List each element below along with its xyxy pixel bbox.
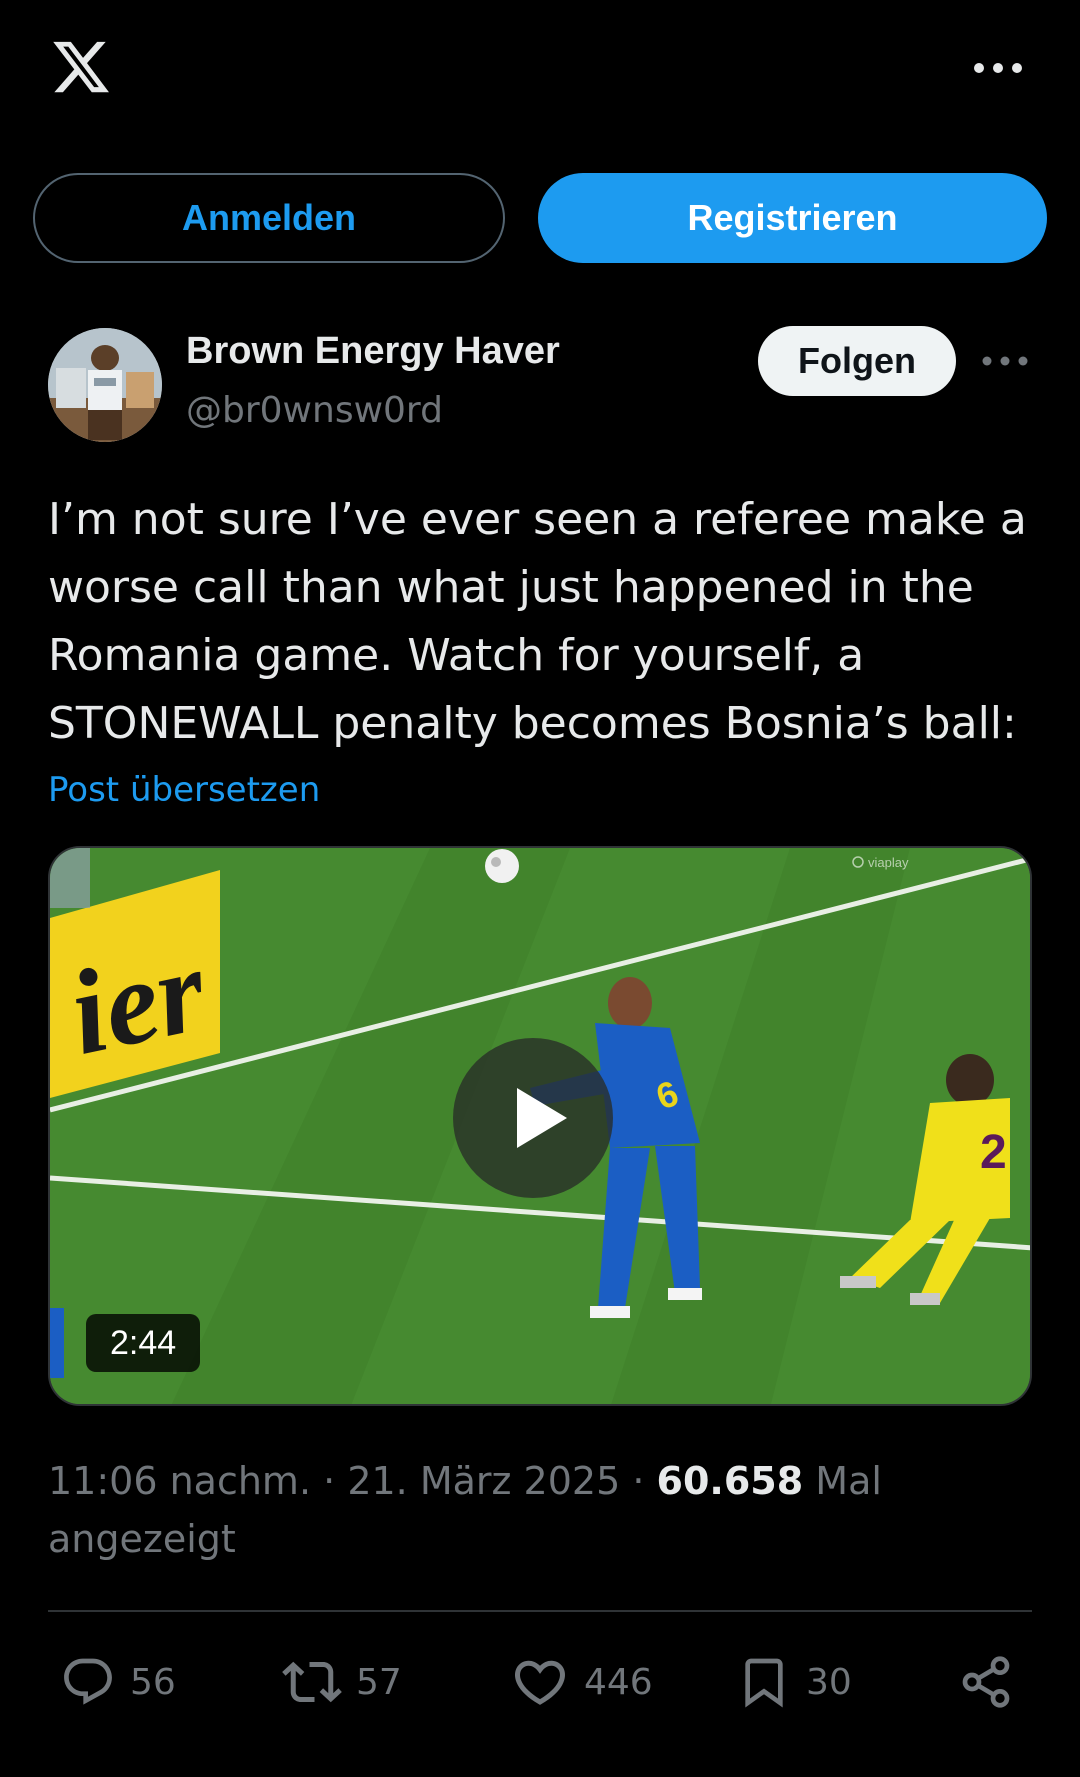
top-bar bbox=[0, 0, 1080, 140]
follow-button[interactable]: Folgen bbox=[758, 326, 956, 396]
share-icon bbox=[962, 1656, 1010, 1708]
author-handle[interactable]: @br0wnsw0rd bbox=[186, 390, 443, 431]
repost-button[interactable]: 57 bbox=[282, 1650, 402, 1714]
x-logo-icon[interactable] bbox=[48, 36, 114, 98]
login-button[interactable]: Anmelden bbox=[33, 173, 505, 263]
bookmark-count: 30 bbox=[806, 1661, 852, 1703]
play-button[interactable] bbox=[453, 1038, 613, 1198]
heart-icon bbox=[514, 1660, 566, 1705]
post-meta: 11:06 nachm. · 21. März 2025 · 60.658 Ma… bbox=[48, 1452, 1038, 1568]
bookmark-icon bbox=[745, 1658, 783, 1708]
reply-icon bbox=[64, 1658, 112, 1705]
post-text: I’m not sure I’ve ever seen a referee ma… bbox=[48, 494, 1027, 749]
author-name[interactable]: Brown Energy Haver bbox=[186, 330, 560, 373]
play-icon bbox=[517, 1088, 567, 1148]
post-more-icon[interactable] bbox=[982, 352, 1028, 370]
bookmark-button[interactable]: 30 bbox=[736, 1650, 852, 1714]
repost-count: 57 bbox=[356, 1661, 402, 1703]
video-player[interactable]: ier 6 2 viaplay 2:44 bbox=[48, 846, 1032, 1406]
tweet-page: Anmelden Registrieren Brown Energy Haver… bbox=[0, 0, 1080, 1777]
views-count: 60.658 bbox=[656, 1459, 804, 1503]
like-button[interactable]: 446 bbox=[510, 1650, 653, 1714]
share-button[interactable] bbox=[958, 1650, 1014, 1714]
meta-separator: · bbox=[632, 1459, 645, 1503]
reply-button[interactable]: 56 bbox=[60, 1650, 176, 1714]
svg-text:viaplay: viaplay bbox=[868, 855, 909, 870]
more-horizontal-icon[interactable] bbox=[973, 58, 1023, 78]
video-duration: 2:44 bbox=[86, 1314, 201, 1372]
post-time[interactable]: 11:06 nachm. bbox=[48, 1459, 311, 1503]
post-date[interactable]: 21. März 2025 bbox=[347, 1459, 620, 1503]
divider bbox=[48, 1610, 1032, 1612]
like-count: 446 bbox=[584, 1661, 653, 1703]
reply-count: 56 bbox=[130, 1661, 176, 1703]
translate-post-link[interactable]: Post übersetzen bbox=[48, 770, 320, 810]
svg-text:2: 2 bbox=[980, 1126, 1007, 1179]
avatar-image bbox=[48, 328, 162, 442]
avatar[interactable] bbox=[48, 328, 162, 442]
meta-separator: · bbox=[323, 1459, 336, 1503]
repost-icon bbox=[282, 1661, 342, 1703]
register-button[interactable]: Registrieren bbox=[538, 173, 1047, 263]
